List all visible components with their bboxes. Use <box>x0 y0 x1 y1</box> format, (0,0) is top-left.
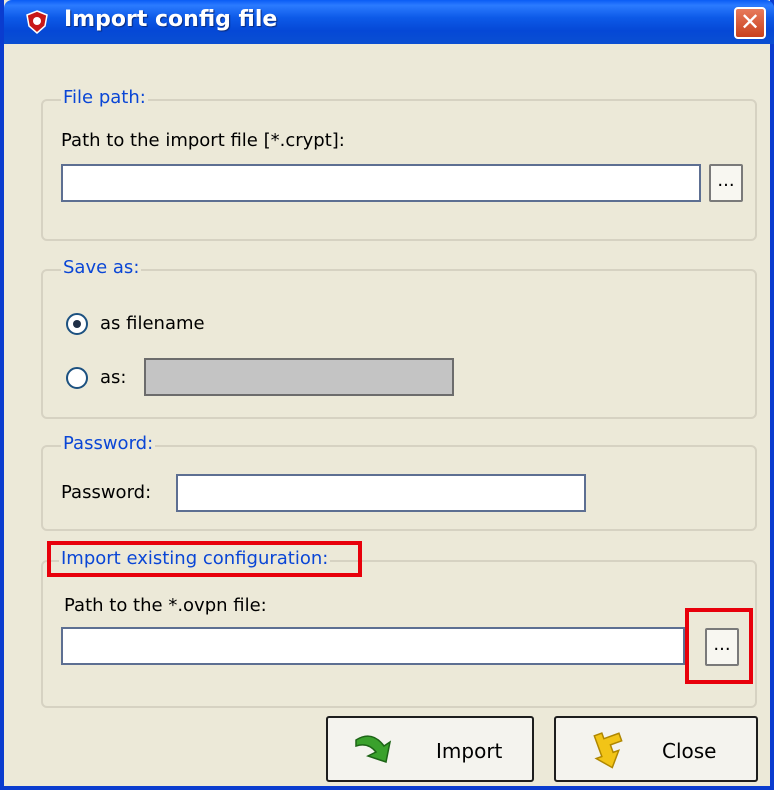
password-label: Password: <box>61 482 152 503</box>
window-close-button[interactable]: ✕ <box>734 7 766 39</box>
browse-import-file-button[interactable]: ... <box>709 164 743 202</box>
password-legend: Password: <box>61 433 156 454</box>
window-title: Import config file <box>64 7 278 32</box>
save-as-legend: Save as: <box>61 257 142 278</box>
password-input[interactable] <box>176 474 586 512</box>
as-custom-radio[interactable] <box>66 367 88 389</box>
import-button[interactable]: Import <box>326 716 534 782</box>
save-as-name-input[interactable] <box>144 358 454 396</box>
browse-highlight-box <box>685 608 753 684</box>
title-bar[interactable]: Import config file ✕ <box>4 0 774 44</box>
as-filename-radio[interactable] <box>66 313 88 335</box>
close-button-label: Close <box>662 739 717 763</box>
ovpn-file-path-input[interactable] <box>61 627 685 665</box>
import-file-label: Path to the import file [*.crypt]: <box>61 130 345 151</box>
as-custom-label: as: <box>100 367 127 388</box>
dialog-window: Import config file ✕ File path: Path to … <box>0 0 774 790</box>
as-filename-label: as filename <box>100 313 205 334</box>
import-button-label: Import <box>436 739 503 763</box>
legend-highlight-box <box>47 541 362 577</box>
save-as-group: Save as: <box>41 257 757 419</box>
green-arrow-icon <box>355 735 392 763</box>
file-path-legend: File path: <box>61 87 148 108</box>
yellow-arrow-icon <box>593 732 623 769</box>
shield-icon <box>26 10 48 34</box>
ovpn-file-label: Path to the *.ovpn file: <box>64 595 267 616</box>
close-button[interactable]: Close <box>554 716 758 782</box>
import-file-path-input[interactable] <box>61 164 701 202</box>
